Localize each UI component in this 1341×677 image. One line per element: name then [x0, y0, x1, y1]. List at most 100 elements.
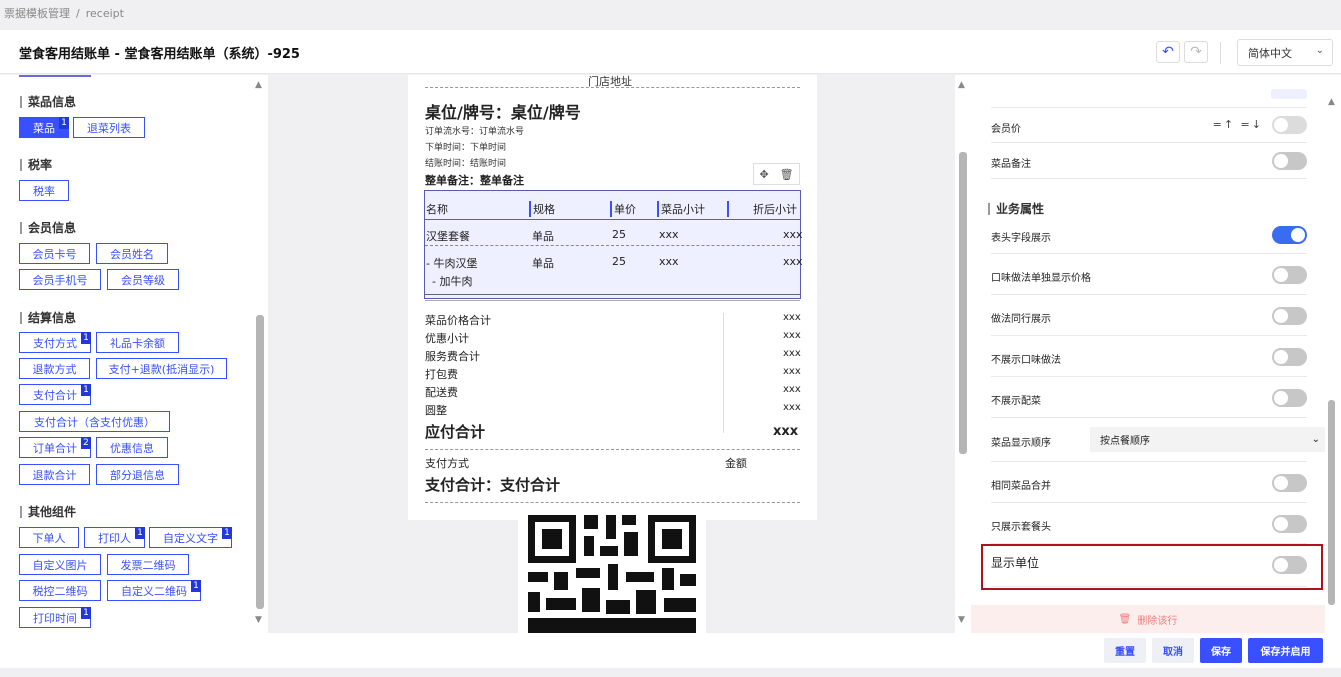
chip-tax[interactable]: 税率 [19, 180, 69, 201]
chip-order-total[interactable]: 订单合计 2 [19, 437, 91, 458]
preview-scrollbar[interactable]: ▲ ▼ [955, 75, 971, 633]
qr-code[interactable] [518, 508, 706, 633]
setting-label: 口味做法单独显示价格 [991, 273, 1091, 284]
properties-scroll-thumb[interactable] [1328, 400, 1335, 605]
chip-custom-qr[interactable]: 自定义二维码 1 [107, 580, 201, 601]
chip-refund-total[interactable]: 退款合计 [19, 464, 90, 485]
row1-subtotal: xxx [659, 228, 679, 241]
amount-due-label[interactable]: 应付合计 [425, 421, 485, 442]
chip-printer[interactable]: 打印人 1 [84, 527, 145, 548]
chevron-down-icon: ⌄ [1315, 45, 1324, 56]
summary-value: xxx [783, 366, 801, 377]
chip-member-name[interactable]: 会员姓名 [96, 243, 168, 264]
table-number-title[interactable]: 桌位/牌号：桌位/牌号 [425, 99, 581, 123]
toggle-taste-price[interactable] [1272, 266, 1307, 284]
amount-label: 金额 [725, 457, 747, 470]
scroll-down-icon[interactable]: ▼ [958, 615, 965, 625]
dashed-divider [425, 87, 800, 88]
toggle-hide-side-dish[interactable] [1272, 389, 1307, 407]
chip-custom-text[interactable]: 自定义文字 1 [149, 527, 232, 548]
delete-row-button[interactable]: 🗑 删除该行 [971, 605, 1325, 633]
chip-refund-method[interactable]: 退款方式 [19, 358, 90, 379]
chip-pay-method[interactable]: 支付方式 1 [19, 332, 91, 353]
dish-order-select[interactable]: 按点餐顺序 ⌄ [1090, 427, 1325, 452]
save-and-enable-button[interactable]: 保存并启用 [1248, 638, 1323, 663]
chip-pay-refund[interactable]: 支付+退款(抵消显示) [96, 358, 227, 379]
reset-button[interactable]: 重置 [1104, 638, 1146, 663]
properties-scrollbar[interactable]: ▲ [1325, 75, 1341, 633]
table-bottom-line [425, 294, 800, 295]
table-toolbar: ✥ 🗑 [753, 163, 800, 185]
chip-orderer[interactable]: 下单人 [19, 527, 79, 548]
setting-label: 相同菜品合并 [991, 481, 1051, 492]
chip-tax-qr[interactable]: 税控二维码 [19, 580, 101, 601]
chip-pay-total-discount[interactable]: 支付合计（含支付优惠） [19, 411, 170, 432]
chip-badge: 1 [81, 332, 91, 344]
toggle-header-field[interactable] [1272, 226, 1307, 244]
move-icon[interactable]: ✥ [759, 168, 768, 181]
section-business-attributes: 业务属性 [988, 203, 1044, 215]
chip-member-phone[interactable]: 会员手机号 [19, 269, 101, 290]
chip-badge: 1 [222, 527, 232, 539]
chip-discount-info[interactable]: 优惠信息 [96, 437, 168, 458]
row1-after: xxx [783, 228, 803, 241]
section-other-components: 其他组件 [20, 506, 76, 518]
setting-member-price: 会员价 =↑ =↓ [991, 108, 1307, 143]
panel-top-indicator [19, 75, 91, 77]
row2-price: 25 [612, 255, 626, 268]
chip-invoice-qr[interactable]: 发票二维码 [107, 554, 189, 575]
left-scroll-thumb[interactable] [256, 315, 264, 609]
amount-due-value: xxx [773, 424, 799, 439]
chip-member-card[interactable]: 会员卡号 [19, 243, 90, 264]
toggle-member-price[interactable] [1272, 116, 1307, 134]
chip-badge: 1 [59, 117, 69, 129]
col-name: 名称 [426, 203, 448, 216]
delete-icon[interactable]: 🗑 [780, 168, 794, 181]
chip-return-list[interactable]: 退菜列表 [73, 117, 145, 138]
summary-value: xxx [783, 384, 801, 395]
toggle-hide-taste[interactable] [1272, 348, 1307, 366]
cancel-button[interactable]: 取消 [1152, 638, 1194, 663]
undo-button[interactable]: ↶ [1156, 41, 1180, 63]
chip-member-level[interactable]: 会员等级 [107, 269, 179, 290]
payment-method-label[interactable]: 支付方式 [425, 455, 469, 471]
left-scrollbar[interactable]: ▲ ▼ [252, 75, 268, 633]
scroll-up-icon[interactable]: ▲ [958, 80, 965, 90]
scroll-up-icon[interactable]: ▲ [1328, 97, 1335, 107]
breadcrumb-root[interactable]: 票据模板管理 [4, 5, 70, 21]
setting-dish-order: 菜品显示顺序 按点餐顺序 ⌄ [991, 418, 1325, 462]
toggle-dish-note[interactable] [1272, 152, 1307, 170]
setting-label: 表头字段展示 [991, 233, 1051, 244]
divider [425, 300, 800, 301]
chevron-down-icon: ⌄ [1311, 434, 1320, 445]
table-row-divider [425, 245, 800, 246]
chip-gift-card-balance[interactable]: 礼品卡余额 [96, 332, 179, 353]
order-serial[interactable]: 订单流水号：订单流水号 [425, 124, 524, 137]
setting-label: 菜品显示顺序 [991, 438, 1051, 449]
toggle-merge-same[interactable] [1272, 474, 1307, 492]
toggle-method-same-line[interactable] [1272, 307, 1307, 325]
checkout-time[interactable]: 结账时间：结账时间 [425, 156, 506, 169]
scroll-up-icon[interactable]: ▲ [255, 80, 262, 90]
summary-value: xxx [783, 402, 801, 413]
chip-pay-total[interactable]: 支付合计 1 [19, 384, 91, 405]
chip-dish[interactable]: 菜品 1 [19, 117, 69, 138]
dashed-divider [425, 502, 800, 503]
save-button[interactable]: 保存 [1200, 638, 1242, 663]
chip-partial-refund[interactable]: 部分退信息 [96, 464, 179, 485]
language-select[interactable]: 简体中文 ⌄ [1237, 39, 1333, 66]
redo-button[interactable]: ↷ [1184, 41, 1208, 63]
chip-print-time[interactable]: 打印时间 1 [19, 607, 91, 628]
order-note[interactable]: 整单备注：整单备注 [425, 172, 524, 188]
setting-hide-side-dish: 不展示配菜 [991, 377, 1307, 418]
chip-badge: 1 [191, 580, 201, 592]
payment-total-line[interactable]: 支付合计：支付合计 [425, 474, 560, 495]
scroll-down-icon[interactable]: ▼ [255, 615, 262, 625]
order-time[interactable]: 下单时间：下单时间 [425, 140, 506, 153]
chip-custom-image[interactable]: 自定义图片 [19, 554, 101, 575]
dish-table[interactable]: 名称 规格 单价 菜品小计 折后小计 汉堡套餐 单品 25 xxx xxx - … [424, 190, 803, 299]
sort-asc-desc-icon[interactable]: =↑ =↓ [1213, 118, 1263, 131]
toggle-only-set-head[interactable] [1272, 515, 1307, 533]
section-member-info: 会员信息 [20, 222, 76, 234]
preview-scroll-thumb[interactable] [959, 152, 967, 454]
